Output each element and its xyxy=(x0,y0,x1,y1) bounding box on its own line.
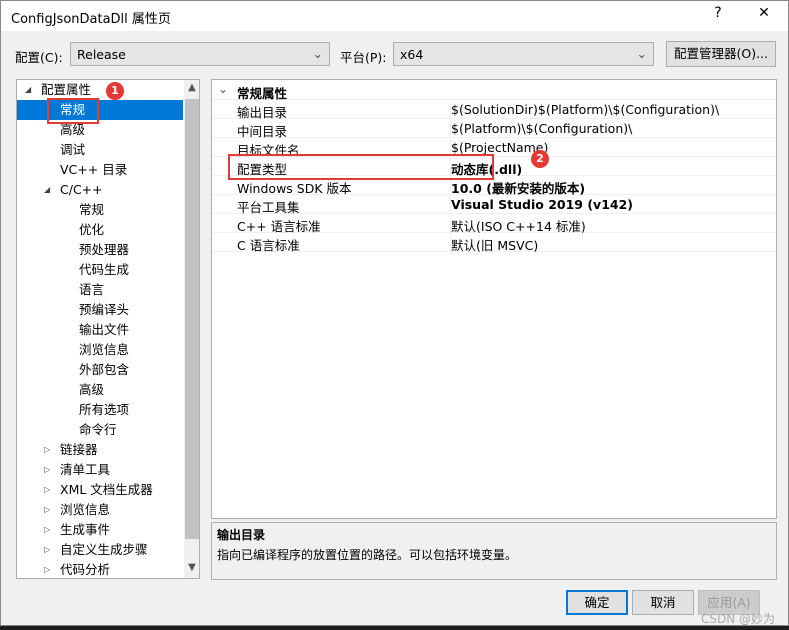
expanded-arrow-icon[interactable]: ◢ xyxy=(25,80,31,100)
tree-item[interactable]: 所有选项 xyxy=(17,400,183,420)
tree-item[interactable]: ◢ C/C++ xyxy=(17,180,183,200)
description-panel: 输出目录 指向已编译程序的放置位置的路径。可以包括环境变量。 xyxy=(211,522,777,580)
config-label: 配置(C): xyxy=(15,50,63,65)
config-manager-button[interactable]: 配置管理器(O)... xyxy=(666,41,776,67)
tree-item-label: C/C++ xyxy=(60,182,103,197)
tree-item-label: 预编译头 xyxy=(79,302,130,317)
tree-item[interactable]: 外部包含 xyxy=(17,360,183,380)
tree-item[interactable]: 浏览信息 xyxy=(17,340,183,360)
tree-item[interactable]: ▷ 浏览信息 xyxy=(17,500,183,520)
chevron-down-icon: ⌄ xyxy=(218,82,229,96)
property-value[interactable]: $(Platform)\$(Configuration)\ xyxy=(451,121,632,136)
platform-value: x64 xyxy=(400,47,424,62)
ok-button[interactable]: 确定 xyxy=(566,590,628,615)
scroll-thumb[interactable] xyxy=(185,99,199,539)
annotation-badge-1: 1 xyxy=(106,82,124,100)
config-value: Release xyxy=(77,47,126,62)
collapsed-arrow-icon[interactable]: ▷ xyxy=(44,560,50,578)
title-bar: ConfigJsonDataDll 属性页 ? ✕ xyxy=(1,1,788,31)
tree-item-label: 链接器 xyxy=(60,442,98,457)
tree-item[interactable]: 优化 xyxy=(17,220,183,240)
collapsed-arrow-icon[interactable]: ▷ xyxy=(44,460,50,480)
tree-item[interactable]: 命令行 xyxy=(17,420,183,440)
collapsed-arrow-icon[interactable]: ▷ xyxy=(44,520,50,540)
property-row[interactable]: C++ 语言标准 默认(ISO C++14 标准) xyxy=(212,214,776,234)
tree-item-label: 生成事件 xyxy=(60,522,111,537)
collapsed-arrow-icon[interactable]: ▷ xyxy=(44,540,50,560)
tree-item[interactable]: ▷ 生成事件 xyxy=(17,520,183,540)
collapsed-arrow-icon[interactable]: ▷ xyxy=(44,500,50,520)
tree-item[interactable]: 代码生成 xyxy=(17,260,183,280)
tree-item-label: 清单工具 xyxy=(60,462,111,477)
tree-item[interactable]: ◢ 配置属性 xyxy=(17,80,183,100)
tree-item[interactable]: ▷ 自定义生成步骤 xyxy=(17,540,183,560)
chevron-down-icon: ⌄ xyxy=(312,46,323,61)
chevron-down-icon: ⌄ xyxy=(636,46,647,61)
tree-item-label: 浏览信息 xyxy=(60,502,111,517)
tree-item[interactable]: ▷ 清单工具 xyxy=(17,460,183,480)
tree-item-label: 配置属性 xyxy=(41,82,92,97)
collapsed-arrow-icon[interactable]: ▷ xyxy=(44,480,50,500)
tree-item-label: 调试 xyxy=(60,142,86,157)
scroll-down-icon[interactable]: ▼ xyxy=(184,562,199,573)
tree-item[interactable]: 常规 xyxy=(17,100,183,120)
platform-label: 平台(P): xyxy=(340,50,387,65)
tree-item[interactable]: 高级 xyxy=(17,120,183,140)
description-text: 指向已编译程序的放置位置的路径。可以包括环境变量。 xyxy=(217,548,518,562)
property-value[interactable]: $(SolutionDir)$(Platform)\$(Configuratio… xyxy=(451,102,719,117)
tree-item-label: 高级 xyxy=(79,382,105,397)
expanded-arrow-icon[interactable]: ◢ xyxy=(44,180,50,200)
tree-item[interactable]: ▷ XML 文档生成器 xyxy=(17,480,183,500)
tree-item-label: 代码分析 xyxy=(60,562,111,577)
tree-item-label: 输出文件 xyxy=(79,322,130,337)
property-row[interactable]: 中间目录 $(Platform)\$(Configuration)\ xyxy=(212,119,776,139)
tree-item-label: 语言 xyxy=(79,282,105,297)
properties-dialog: ConfigJsonDataDll 属性页 ? ✕ 配置(C): Release… xyxy=(0,0,789,626)
help-button[interactable]: ? xyxy=(703,5,733,21)
tree-item[interactable]: 语言 xyxy=(17,280,183,300)
config-combo[interactable]: Release ⌄ xyxy=(70,42,330,66)
tree-item[interactable]: 预编译头 xyxy=(17,300,183,320)
scroll-up-icon[interactable]: ▲ xyxy=(184,82,199,93)
tree-item-label: 命令行 xyxy=(79,422,117,437)
tree-item[interactable]: 输出文件 xyxy=(17,320,183,340)
description-title: 输出目录 xyxy=(217,528,266,542)
cancel-button[interactable]: 取消 xyxy=(632,590,694,615)
property-grid: ⌄ 常规属性 输出目录 $(SolutionDir)$(Platform)\$(C… xyxy=(211,79,777,519)
tree-item-label: XML 文档生成器 xyxy=(60,482,153,497)
property-row[interactable]: 输出目录 $(SolutionDir)$(Platform)\$(Configur… xyxy=(212,100,776,120)
tree-item-label: 外部包含 xyxy=(79,362,130,377)
tree-item-label: 所有选项 xyxy=(79,402,130,417)
close-button[interactable]: ✕ xyxy=(749,5,779,21)
tree-item[interactable]: VC++ 目录 xyxy=(17,160,183,180)
watermark: CSDN @妙为 xyxy=(701,612,776,626)
tree-item-label: VC++ 目录 xyxy=(60,162,128,177)
annotation-badge-2: 2 xyxy=(531,150,549,168)
collapsed-arrow-icon[interactable]: ▷ xyxy=(44,440,50,460)
tree-item-label: 浏览信息 xyxy=(79,342,130,357)
tree-item-label: 预处理器 xyxy=(79,242,130,257)
tree-scrollbar[interactable]: ▲ ▼ xyxy=(184,80,199,578)
tree-item[interactable]: 预处理器 xyxy=(17,240,183,260)
annotation-box-1 xyxy=(47,98,99,124)
property-value[interactable]: Visual Studio 2019 (v142) xyxy=(451,197,633,212)
property-tree: ▷ 代码分析 ▷ 自定义生成步骤 ▷ 生成事件 ▷ 浏览信息 ▷ XML 文档生成器 ▷ 清单工具 ▷ 链… xyxy=(16,79,200,579)
tree-item[interactable]: ▷ 代码分析 xyxy=(17,560,183,578)
tree-item[interactable]: ▷ 链接器 xyxy=(17,440,183,460)
tree-item[interactable]: 调试 xyxy=(17,140,183,160)
property-value[interactable]: 默认(旧 MSVC) xyxy=(451,235,538,254)
window-title: ConfigJsonDataDll 属性页 xyxy=(11,12,171,27)
tree-item-label: 常规 xyxy=(79,202,105,217)
tree-item-label: 代码生成 xyxy=(79,262,130,277)
property-name: C 语言标准 xyxy=(237,238,300,253)
platform-combo[interactable]: x64 ⌄ xyxy=(393,42,654,66)
annotation-box-2 xyxy=(228,154,494,180)
tree-item[interactable]: 高级 xyxy=(17,380,183,400)
tree-item-label: 优化 xyxy=(79,222,105,237)
tree-item[interactable]: 常规 xyxy=(17,200,183,220)
property-row[interactable]: 平台工具集 Visual Studio 2019 (v142) xyxy=(212,195,776,215)
property-row[interactable]: C 语言标准 默认(旧 MSVC) xyxy=(212,233,776,254)
tree-item-label: 自定义生成步骤 xyxy=(60,542,148,557)
section-header[interactable]: ⌄ 常规属性 xyxy=(212,81,776,101)
